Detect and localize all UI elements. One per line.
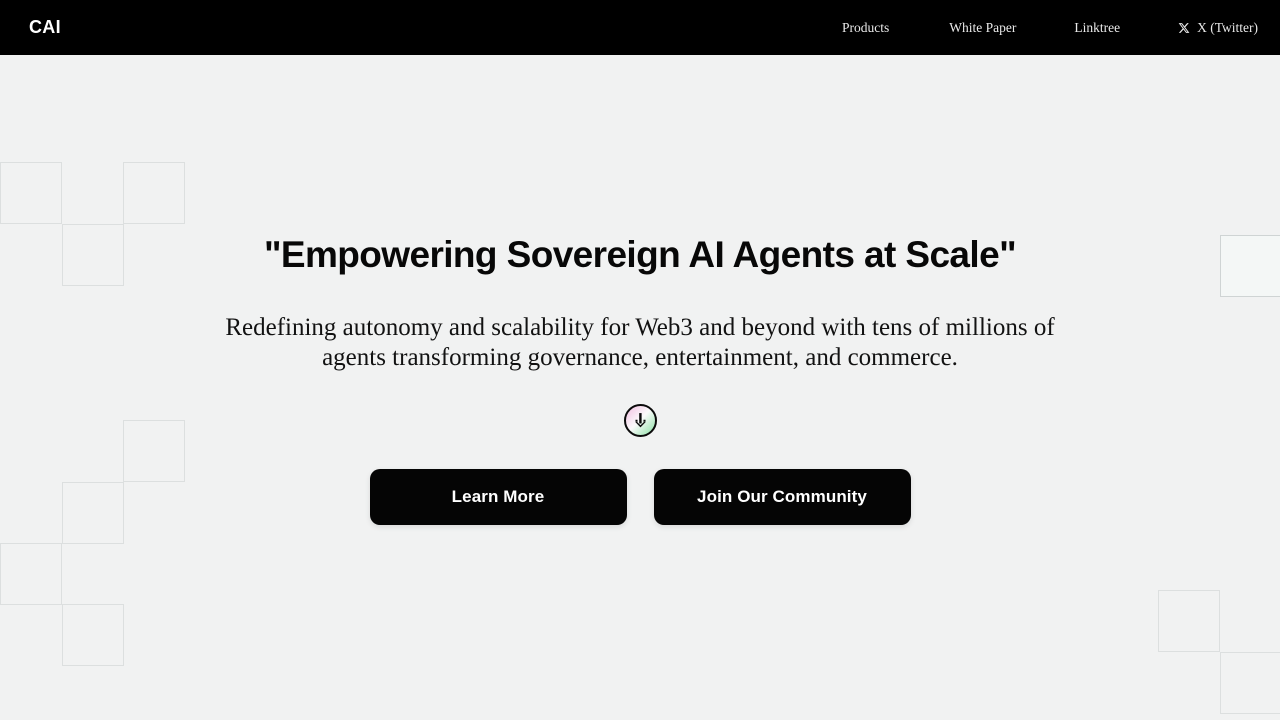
hero-heading: "Empowering Sovereign AI Agents at Scale… (263, 234, 1017, 275)
arrow-down-icon (634, 413, 646, 428)
x-twitter-icon (1178, 22, 1190, 34)
cta-button-row: Learn More Join Our Community (369, 469, 911, 526)
nav-item-white-paper-label: White Paper (949, 19, 1017, 35)
nav-links-group: Products White Paper Linktree X (Twitter… (842, 20, 1258, 36)
top-navigation-bar: CAI Products White Paper Linktree X (Twi… (0, 0, 1280, 55)
nav-item-products[interactable]: Products (842, 20, 889, 36)
nav-item-linktree-label: Linktree (1074, 19, 1121, 35)
join-community-button[interactable]: Join Our Community (653, 469, 911, 526)
nav-item-linktree[interactable]: Linktree (1074, 20, 1120, 36)
scroll-down-indicator[interactable] (623, 404, 657, 438)
hero-section: "Empowering Sovereign AI Agents at Scale… (0, 55, 1280, 720)
nav-item-x-twitter[interactable]: X (Twitter) (1178, 20, 1258, 36)
learn-more-button[interactable]: Learn More (369, 469, 627, 526)
hero-subtitle: Redefining autonomy and scalability for … (225, 313, 1055, 371)
nav-item-x-twitter-label: X (Twitter) (1197, 19, 1258, 35)
brand-logo[interactable]: CAI (29, 17, 61, 38)
nav-item-white-paper[interactable]: White Paper (949, 20, 1016, 36)
nav-item-products-label: Products (841, 19, 890, 35)
